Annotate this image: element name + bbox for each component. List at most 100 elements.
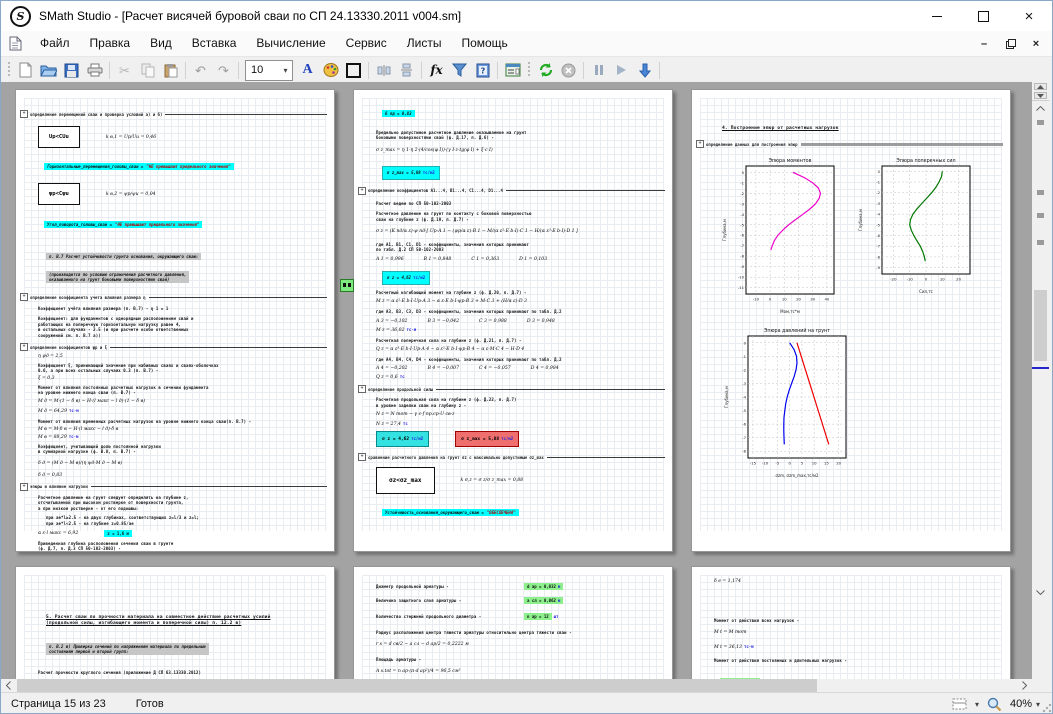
chart-0[interactable]: -100102030400-1-2-3-4-5-6-7-8-9-10-11Эпю… bbox=[720, 154, 842, 316]
parameter-row[interactable]: Величина защитного слоя арматуры -a сл =… bbox=[376, 597, 664, 604]
align-horizontal-button[interactable] bbox=[372, 59, 395, 81]
scroll-marker[interactable] bbox=[1037, 213, 1044, 218]
coefficients-row[interactable]: A 4 = −0,202B 4 = −0,007C 4 = −0,057D 4 … bbox=[376, 366, 664, 371]
menu-help[interactable]: Помощь bbox=[451, 31, 517, 56]
math-region[interactable]: N z = N тот − γ с·f пр.ср·U св·z bbox=[376, 412, 664, 417]
worksheet-page-5[interactable]: Диаметр продольной арматуры -d ар = 0,03… bbox=[353, 566, 673, 679]
text-region[interactable]: Коэффициент, учитывающий долю постоянной… bbox=[38, 444, 326, 455]
text-region[interactable]: Предельно допустимое расчетное давление … bbox=[376, 130, 664, 141]
toolbar-grip[interactable] bbox=[527, 62, 531, 78]
insert-function-button[interactable]: fx bbox=[425, 59, 448, 81]
math-region[interactable]: r s = d св/2 − a сл − d ар/2 = 0,2222 м bbox=[376, 640, 664, 650]
text-region[interactable]: Радиус расположения центра тяжести армат… bbox=[376, 630, 664, 635]
highlight-region[interactable]: п. В.7 Расчет устойчивости грунта основа… bbox=[46, 245, 326, 263]
math-region[interactable]: δ д = (M д − M в)/(η ψд·M д − M в) bbox=[38, 459, 326, 469]
horizontal-scrollbar[interactable] bbox=[1, 679, 1032, 692]
text-region[interactable]: Расчетная поперечная сила на глубине z (… bbox=[376, 338, 664, 343]
menu-insert[interactable]: Вставка bbox=[182, 31, 247, 56]
math-result[interactable]: M д = 64,29тс·м bbox=[38, 408, 326, 414]
recalculate-button[interactable] bbox=[534, 59, 557, 81]
vertical-scroll-thumb[interactable] bbox=[1034, 290, 1047, 361]
text-region[interactable]: Приведенная глубина расположения сечения… bbox=[38, 541, 326, 552]
cut-button[interactable]: ✂ bbox=[113, 59, 136, 81]
worksheet-page-2[interactable]: δ пд = 0,83 Предельно допустимое расчетно… bbox=[353, 89, 673, 552]
scroll-left-button[interactable] bbox=[1, 679, 16, 692]
page-top-right-content[interactable]: 4. Построение эпюр от расчетных нагрузок… bbox=[692, 90, 1010, 551]
collapsible-section[interactable]: +определение продольной силы bbox=[358, 385, 668, 393]
collapsible-section[interactable]: +эпюры и влияние нагрузки bbox=[20, 483, 330, 491]
math-result[interactable]: M в = 88,29тс·м bbox=[38, 434, 326, 440]
filter-button[interactable] bbox=[448, 59, 471, 81]
menu-view[interactable]: Вид bbox=[140, 31, 182, 56]
page-bottom-left-content[interactable]: 5. Расчет сваи по прочности материала на… bbox=[16, 567, 334, 679]
stop-button[interactable] bbox=[557, 59, 580, 81]
worksheet-page-3[interactable]: 4. Построение эпюр от расчетных нагрузок… bbox=[691, 89, 1011, 552]
math-result[interactable]: α ε·l макс = 6,92z = 1,6 м bbox=[38, 530, 326, 537]
condition-region[interactable]: ψp<Cψuk в,2 = ψр/ψu = 0,04 bbox=[38, 183, 326, 205]
text-region[interactable]: Момент от влияния временных расчетных на… bbox=[38, 419, 326, 424]
text-region[interactable]: Коэффициент: для фундаментов с однорядны… bbox=[38, 316, 326, 338]
close-button[interactable]: × bbox=[1006, 1, 1052, 31]
highlight-region[interactable]: Горизонтальные_перемещения_головы_сваи =… bbox=[44, 155, 326, 173]
highlight-region[interactable]: δ пд = 0,83 bbox=[382, 102, 664, 120]
heading[interactable]: 4. Построение эпюр от расчетных нагрузок bbox=[722, 126, 1002, 132]
math-result[interactable]: N z = 27,4тс bbox=[376, 421, 664, 427]
math-region[interactable]: M д = M·(1 − δ в) − H·(l макс − l д)·(1 … bbox=[38, 399, 326, 404]
text-region[interactable]: Площадь арматуры - bbox=[376, 657, 664, 662]
text-region[interactable]: при ае*l≥2.5 - на двух глубинах, соответ… bbox=[46, 515, 326, 526]
page-top-middle-content[interactable]: δ пд = 0,83 Предельно допустимое расчетно… bbox=[354, 90, 672, 551]
highlight-region[interactable]: M t1 = 1,0·M t bbox=[720, 670, 1002, 679]
collapse-icon[interactable]: + bbox=[20, 293, 28, 301]
maximize-button[interactable] bbox=[960, 1, 1006, 31]
math-region[interactable]: σ z_max = η 1·η 2·(4/cos(φ I))·(γ I·z·tg… bbox=[376, 146, 664, 156]
play-button[interactable] bbox=[610, 59, 633, 81]
child-close-button[interactable]: × bbox=[1028, 37, 1044, 51]
worksheet-page-1[interactable]: +определение перемещений сваи и проверка… bbox=[15, 89, 335, 552]
text-region[interactable]: где A1, B1, C1, D1 - коэффициенты, значе… bbox=[376, 242, 664, 253]
collapsible-section[interactable]: +определение коэффициентов ψр и ξ bbox=[20, 343, 330, 351]
toolbar-grip[interactable] bbox=[7, 62, 11, 78]
font-size-combobox[interactable]: 10 ▾ bbox=[245, 60, 293, 81]
text-region[interactable]: Расчет прочности круглого сечения (прило… bbox=[38, 670, 326, 675]
text-region[interactable]: Расчетный изгибающий момент на глубине z… bbox=[376, 290, 664, 295]
chart-2[interactable]: -15-10-5051015200-1-2-3-4-5-6-7-8Эпюра д… bbox=[722, 324, 854, 480]
text-region[interactable]: Коэффициент ξ, принимающий значение при … bbox=[38, 363, 326, 374]
worksheet-page-4[interactable]: 5. Расчет сваи по прочности материала на… bbox=[15, 566, 335, 679]
condition-region[interactable]: Up<CUuk в,1 = Uр/Uu = 0,46 bbox=[38, 126, 326, 148]
math-region[interactable]: M z = α ε²·E b·I·Uр·A 3 − α ε·E b·I·ψр·B… bbox=[376, 299, 664, 304]
chart-1[interactable]: -20-10010200-1-2-3-4-5-6-7-8-9Эпюра попе… bbox=[856, 154, 978, 296]
page-top-left-content[interactable]: +определение перемещений сваи и проверка… bbox=[16, 90, 334, 551]
collapse-icon[interactable]: + bbox=[358, 453, 366, 461]
collapse-icon[interactable]: + bbox=[696, 140, 704, 148]
scroll-up-button[interactable] bbox=[1032, 101, 1049, 116]
text-region[interactable]: где A3, B3, C3, D3 - коэффициенты, значе… bbox=[376, 309, 664, 314]
collapsible-section[interactable]: +определение данных для построения эпюр bbox=[696, 140, 1006, 148]
math-result[interactable]: M z = 36,02тс·м bbox=[376, 327, 664, 333]
selection-marker[interactable] bbox=[340, 279, 354, 292]
resize-grip[interactable] bbox=[1042, 703, 1052, 713]
result-pair[interactable]: σ z = 4,62тс/м2σ z_max = 5,88тс/м2 bbox=[376, 431, 664, 447]
text-region[interactable]: Расчетная продольная сила на глубине z (… bbox=[376, 397, 664, 408]
math-region[interactable]: δ д = 0,83 bbox=[38, 473, 326, 478]
text-region[interactable]: Расчетное давление на грунт по контакту … bbox=[376, 211, 664, 222]
coefficients-row[interactable]: A 3 = −0,102B 3 = −0,042C 3 = 0,988D 3 =… bbox=[376, 319, 664, 324]
math-region[interactable]: M в = M·δ в − H·(l макс − l д)·δ в bbox=[38, 427, 326, 432]
condition-region[interactable]: σz<σz_maxk σ,z = σ z/σ z_max = 0,88 bbox=[376, 467, 664, 494]
menu-file[interactable]: Файл bbox=[30, 31, 80, 56]
math-region[interactable]: Q z = α ε³·E b·I·Uр·A 4 − α ε²·E b·I·ψр·… bbox=[376, 347, 664, 352]
highlight-region[interactable]: Угол_поворота_головы_сваи ="НЕ превышают… bbox=[44, 213, 326, 231]
split-view-handle[interactable] bbox=[1032, 82, 1049, 101]
text-region[interactable]: где A4, B4, C4, D4 - коэффициенты, значе… bbox=[376, 357, 664, 362]
border-button[interactable] bbox=[342, 59, 365, 81]
chevron-down-icon[interactable]: ▾ bbox=[1036, 700, 1040, 709]
menu-calculation[interactable]: Вычисление bbox=[246, 31, 335, 56]
highlight-region[interactable]: σ z_max = 5,88тс/м2 bbox=[382, 161, 664, 180]
menu-edit[interactable]: Правка bbox=[80, 31, 141, 56]
chevron-down-icon[interactable]: ▾ bbox=[279, 61, 292, 80]
charts-row[interactable]: -100102030400-1-2-3-4-5-6-7-8-9-10-11Эпю… bbox=[720, 154, 1002, 316]
scroll-right-button[interactable] bbox=[1017, 679, 1032, 692]
vertical-scroll-track[interactable] bbox=[1032, 116, 1049, 585]
worksheet-page-6[interactable]: δ e = 1,174Момент от действия всех нагру… bbox=[691, 566, 1011, 679]
highlight-region[interactable]: п. В.2 в) Проверка сечений по напряжения… bbox=[46, 640, 326, 658]
math-region[interactable]: ξ = 0,3 bbox=[38, 376, 326, 381]
